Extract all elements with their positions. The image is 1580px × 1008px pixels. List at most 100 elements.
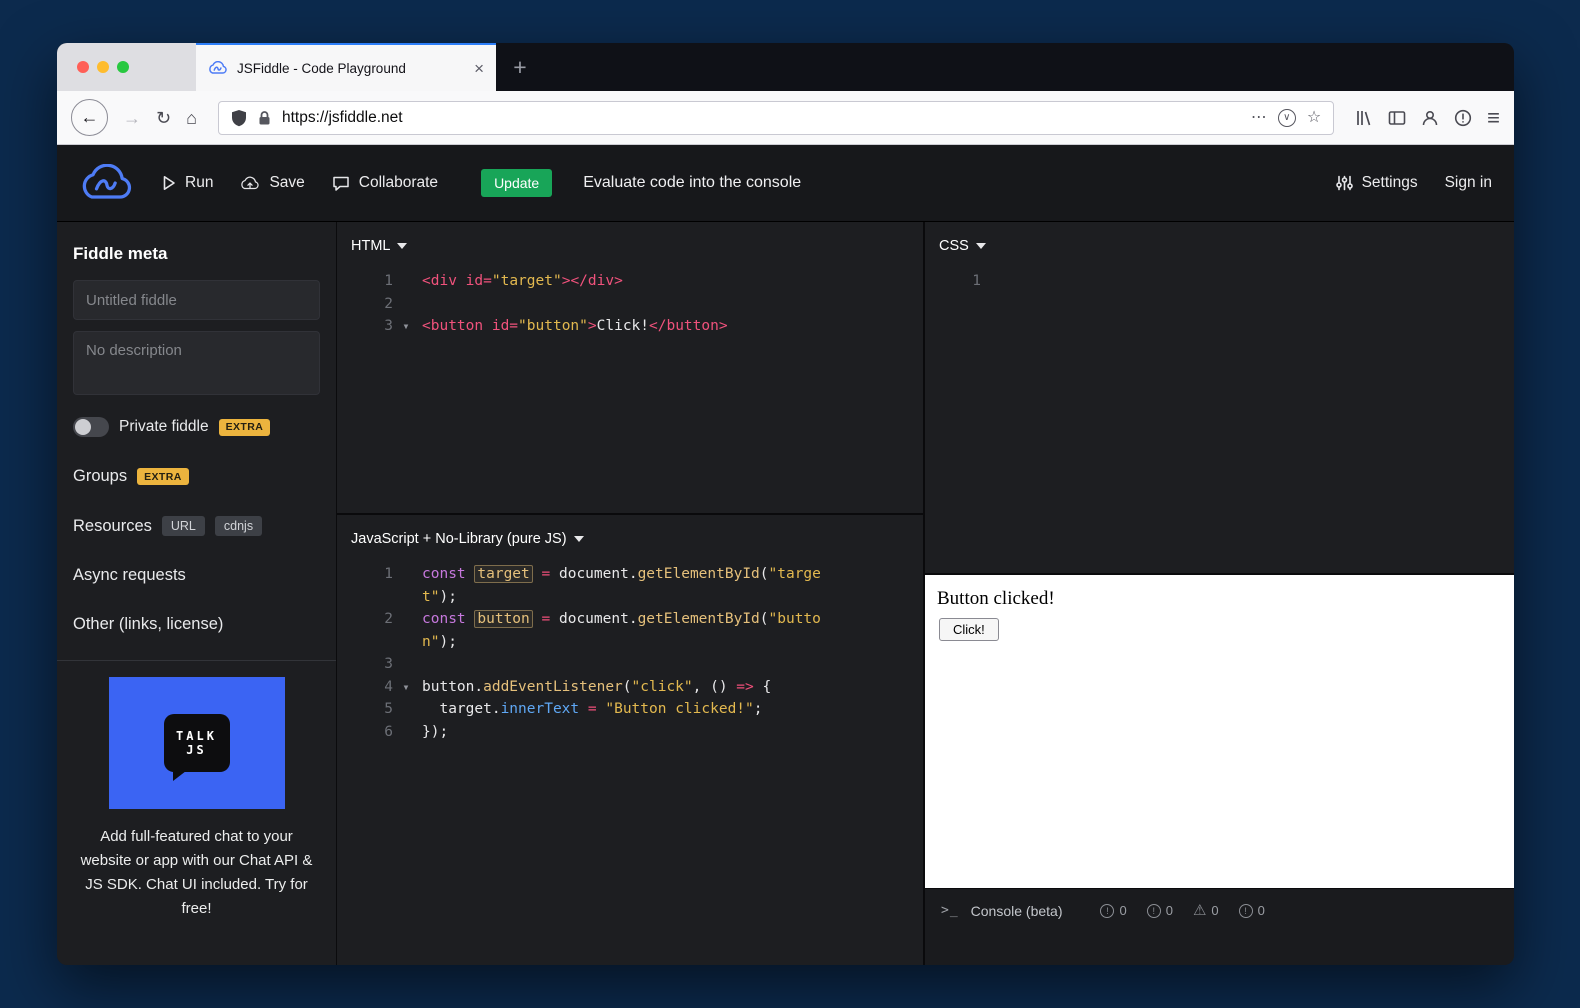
page-actions-icon[interactable]: ⋯ [1251, 110, 1267, 126]
code-token: ( [760, 611, 769, 627]
sign-in-link[interactable]: Sign in [1445, 174, 1492, 192]
lock-icon [258, 110, 271, 126]
update-button[interactable]: Update [481, 169, 552, 197]
code-token: = [542, 566, 551, 582]
tagline: Evaluate code into the console [583, 174, 801, 192]
code-token: t" [422, 589, 439, 605]
main-content: Fiddle meta Private fiddle EXTRA Groups … [57, 222, 1514, 965]
code-token: document. [550, 611, 637, 627]
sidebar-item-groups[interactable]: Groups EXTRA [73, 467, 320, 486]
cdnjs-chip[interactable]: cdnjs [215, 516, 262, 536]
save-button[interactable]: Save [240, 174, 304, 192]
sidebar-toggle-icon[interactable] [1388, 109, 1406, 127]
code-line: 2const button = document.getElementById(… [337, 608, 923, 631]
html-editor[interactable]: 1<div id="target"></div>23▾<button id="b… [337, 262, 923, 338]
talkjs-ad[interactable]: TALK JS Add full-featured chat to your w… [73, 661, 320, 921]
console-badge-error[interactable]: !0 [1100, 903, 1126, 918]
reload-button[interactable]: ↻ [156, 109, 171, 127]
fold-spacer [393, 563, 419, 586]
console-badge-info[interactable]: !0 [1147, 903, 1173, 918]
bookmark-star-icon[interactable]: ☆ [1307, 110, 1321, 126]
line-number: 4 [337, 676, 393, 699]
sidebar: Fiddle meta Private fiddle EXTRA Groups … [57, 222, 337, 965]
html-panel-label[interactable]: HTML [351, 238, 390, 254]
collaborate-button[interactable]: Collaborate [332, 174, 438, 192]
sliders-icon [1336, 175, 1353, 191]
code-token: ( [760, 566, 769, 582]
about-icon[interactable] [1454, 109, 1472, 127]
debug-icon: ! [1239, 904, 1253, 918]
code-token: => [736, 679, 753, 695]
css-editor[interactable]: 1 [925, 262, 1514, 293]
line-number [337, 586, 393, 609]
sidebar-item-resources[interactable]: Resources URL cdnjs [73, 516, 320, 536]
sidebar-item-other[interactable]: Other (links, license) [73, 615, 320, 634]
badge-count: 0 [1166, 903, 1173, 918]
code-line: 1const target = document.getElementById(… [337, 563, 923, 586]
home-button[interactable]: ⌂ [186, 109, 197, 127]
console-badge-warning[interactable]: ⚠0 [1193, 903, 1219, 918]
browser-window: JSFiddle - Code Playground × + ← → ↻ ⌂ h… [57, 43, 1514, 965]
code-token: { [754, 679, 771, 695]
chevron-down-icon[interactable] [976, 243, 986, 249]
jsfiddle-logo-icon[interactable] [79, 164, 135, 202]
code-token: ( [623, 679, 632, 695]
console-bar[interactable]: >_ Console (beta) !0!0⚠0!0 [925, 888, 1514, 932]
error-icon: ! [1100, 904, 1114, 918]
code-text: <div id="target"></div> [419, 270, 623, 293]
close-window-button[interactable] [77, 61, 89, 73]
js-panel-label[interactable]: JavaScript + No-Library (pure JS) [351, 531, 567, 547]
fold-caret-icon[interactable]: ▾ [393, 676, 419, 699]
browser-tab[interactable]: JSFiddle - Code Playground × [196, 43, 496, 91]
code-token: = [588, 701, 597, 717]
private-fiddle-toggle[interactable] [73, 417, 109, 437]
console-label: Console (beta) [971, 903, 1063, 919]
pocket-icon[interactable]: ∨ [1278, 109, 1296, 127]
panel-filler [925, 932, 1514, 965]
console-badges: !0!0⚠0!0 [1100, 903, 1264, 918]
css-panel-label[interactable]: CSS [939, 238, 969, 254]
result-click-button[interactable]: Click! [939, 618, 999, 641]
tracking-shield-icon[interactable] [231, 109, 247, 127]
code-text [1007, 270, 1010, 293]
fiddle-title-input[interactable] [73, 280, 320, 320]
code-text: target.innerText = "Button clicked!"; [419, 698, 763, 721]
code-text: button.addEventListener("click", () => { [419, 676, 771, 699]
zoom-window-button[interactable] [117, 61, 129, 73]
tab-close-icon[interactable]: × [474, 60, 484, 77]
fiddle-description-input[interactable] [73, 331, 320, 395]
code-token: <div [422, 273, 466, 289]
sidebar-item-async-requests[interactable]: Async requests [73, 566, 320, 585]
minimize-window-button[interactable] [97, 61, 109, 73]
js-editor[interactable]: 1const target = document.getElementById(… [337, 555, 923, 743]
settings-button[interactable]: Settings [1336, 174, 1418, 192]
tab-title: JSFiddle - Code Playground [237, 61, 465, 76]
forward-button[interactable]: → [123, 109, 141, 127]
chevron-down-icon[interactable] [574, 536, 584, 542]
console-badge-debug[interactable]: !0 [1239, 903, 1265, 918]
speech-bubble-icon [332, 175, 350, 191]
code-token: getElementById [638, 566, 760, 582]
badge-count: 0 [1119, 903, 1126, 918]
code-token: "target" [492, 273, 562, 289]
jsfiddle-favicon-icon [208, 61, 228, 75]
code-token: button [474, 610, 532, 628]
url-text[interactable]: https://jsfiddle.net [282, 109, 403, 127]
new-tab-button[interactable]: + [496, 43, 544, 91]
code-token: , () [693, 679, 737, 695]
code-token: const [422, 566, 474, 582]
run-button[interactable]: Run [162, 174, 213, 192]
url-chip[interactable]: URL [162, 516, 205, 536]
code-token: }); [422, 724, 448, 740]
fold-spacer [393, 721, 419, 744]
code-token: n" [422, 634, 439, 650]
save-cloud-icon [240, 176, 260, 191]
settings-label: Settings [1362, 174, 1418, 192]
fold-caret-icon[interactable]: ▾ [393, 315, 419, 338]
chevron-down-icon[interactable] [397, 243, 407, 249]
account-icon[interactable] [1421, 109, 1439, 127]
address-bar[interactable]: https://jsfiddle.net ⋯ ∨ ☆ [218, 101, 1334, 135]
menu-icon[interactable]: ≡ [1487, 105, 1500, 131]
back-button[interactable]: ← [71, 99, 108, 136]
library-icon[interactable] [1355, 109, 1373, 127]
